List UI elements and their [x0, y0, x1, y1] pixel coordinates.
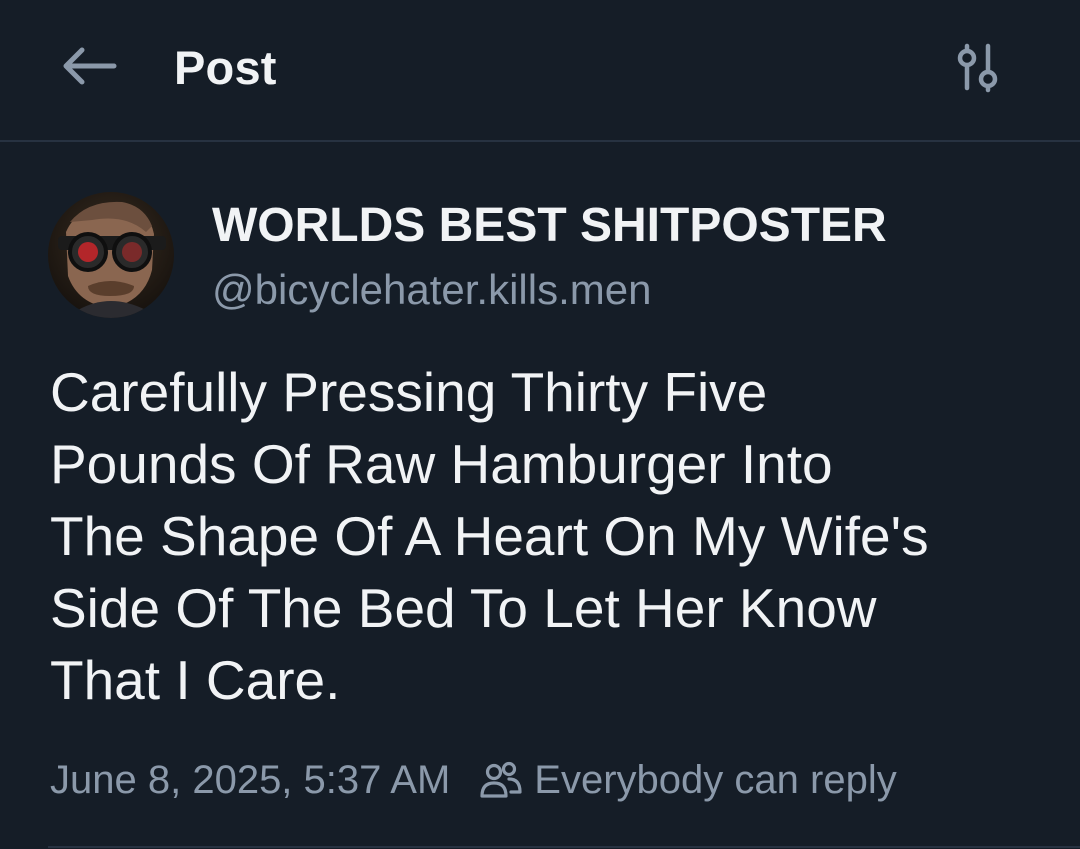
arrow-left-icon	[63, 47, 117, 85]
reply-setting[interactable]: Everybody can reply	[478, 757, 897, 803]
top-bar: Post	[0, 0, 1080, 142]
back-button[interactable]	[58, 42, 120, 90]
reply-setting-label: Everybody can reply	[534, 757, 897, 802]
post-screen: Post WORLDS BEST SHITPOSTER @bicyclehate…	[0, 0, 1080, 849]
author-display-name[interactable]: WORLDS BEST SHITPOSTER	[212, 198, 887, 253]
post-timestamp: June 8, 2025, 5:37 AM	[50, 757, 451, 802]
sliders-icon	[957, 43, 998, 93]
divider	[48, 846, 1080, 848]
people-icon	[480, 761, 522, 798]
avatar[interactable]	[48, 192, 174, 318]
post-meta: June 8, 2025, 5:37 AM Everybody can repl…	[50, 754, 897, 806]
avatar-image	[48, 192, 174, 318]
page-title: Post	[174, 41, 277, 94]
author-handle[interactable]: @bicyclehater.kills.men	[212, 266, 651, 314]
thread-settings-button[interactable]	[952, 38, 1012, 98]
post-body: Carefully Pressing Thirty Five Pounds Of…	[50, 361, 929, 711]
